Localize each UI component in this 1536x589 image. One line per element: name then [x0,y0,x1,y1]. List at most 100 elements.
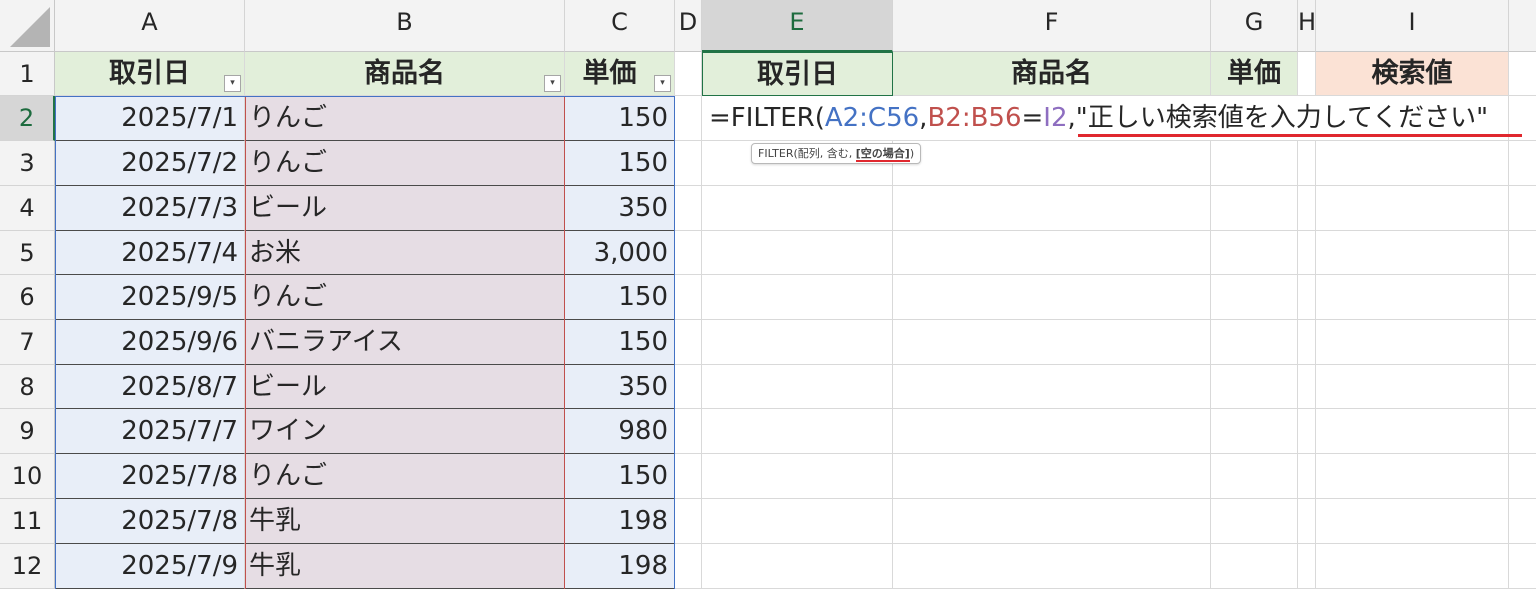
column-header-j[interactable] [1509,0,1536,52]
cell-d[interactable] [675,454,702,499]
row-header-7[interactable]: 7 [0,320,55,365]
cell-h[interactable] [1298,141,1316,186]
cell-d1[interactable] [675,52,702,96]
select-all-corner[interactable] [0,0,55,52]
row-header-8[interactable]: 8 [0,365,55,409]
cell-h[interactable] [1298,231,1316,275]
cell-h[interactable] [1298,544,1316,589]
cell-j[interactable] [1509,186,1536,231]
cell-e[interactable] [702,320,893,365]
cell-d[interactable] [675,409,702,454]
cell-h1[interactable] [1298,52,1316,96]
cell-g[interactable] [1211,499,1298,544]
cell-f[interactable] [893,499,1211,544]
header-cell-date[interactable]: 取引日 ▾ [55,52,245,96]
cell-f[interactable] [893,141,1211,186]
cell-j[interactable] [1509,499,1536,544]
cell-g[interactable] [1211,544,1298,589]
cell-e[interactable] [702,499,893,544]
cell-h[interactable] [1298,275,1316,320]
cell-j[interactable] [1509,454,1536,499]
row-header-2[interactable]: 2 [0,96,55,141]
result-header-date[interactable]: 取引日 [702,52,893,96]
cell-j[interactable] [1509,275,1536,320]
cell-g[interactable] [1211,454,1298,499]
column-header-h[interactable]: H [1298,0,1316,52]
cell-h[interactable] [1298,499,1316,544]
cell-f[interactable] [893,186,1211,231]
cell-e[interactable] [702,454,893,499]
cell-d[interactable] [675,275,702,320]
cell-f[interactable] [893,320,1211,365]
row-header-5[interactable]: 5 [0,231,55,275]
cell-e[interactable] [702,409,893,454]
column-header-a[interactable]: A [55,0,245,52]
cell-i[interactable] [1316,409,1509,454]
cell-j[interactable] [1509,365,1536,409]
cell-f[interactable] [893,409,1211,454]
column-header-b[interactable]: B [245,0,565,52]
header-cell-product[interactable]: 商品名 ▾ [245,52,565,96]
cell-d[interactable] [675,186,702,231]
cell-i[interactable] [1316,275,1509,320]
cell-g[interactable] [1211,275,1298,320]
column-header-c[interactable]: C [565,0,675,52]
cell-i[interactable] [1316,454,1509,499]
header-cell-price[interactable]: 単価 ▾ [565,52,675,96]
cell-f[interactable] [893,454,1211,499]
cell-g[interactable] [1211,409,1298,454]
result-header-price[interactable]: 単価 [1211,52,1298,96]
cell-f[interactable] [893,275,1211,320]
cell-g[interactable] [1211,186,1298,231]
cell-j[interactable] [1509,409,1536,454]
row-header-1[interactable]: 1 [0,52,55,96]
cell-e[interactable] [702,275,893,320]
row-header-12[interactable]: 12 [0,544,55,589]
column-header-g[interactable]: G [1211,0,1298,52]
cell-i[interactable] [1316,320,1509,365]
cell-d[interactable] [675,365,702,409]
cell-h[interactable] [1298,320,1316,365]
column-header-i[interactable]: I [1316,0,1509,52]
search-value-header[interactable]: 検索値 [1316,52,1509,96]
cell-d[interactable] [675,231,702,275]
cell-f[interactable] [893,365,1211,409]
row-header-6[interactable]: 6 [0,275,55,320]
cell-e[interactable] [702,365,893,409]
filter-dropdown-icon[interactable]: ▾ [224,75,241,92]
cell-h[interactable] [1298,409,1316,454]
cell-i[interactable] [1316,365,1509,409]
row-header-9[interactable]: 9 [0,409,55,454]
cell-g[interactable] [1211,141,1298,186]
filter-dropdown-icon[interactable]: ▾ [654,75,671,92]
cell-g[interactable] [1211,231,1298,275]
cell-h[interactable] [1298,365,1316,409]
row-header-3[interactable]: 3 [0,141,55,186]
cell-g[interactable] [1211,320,1298,365]
cell-e[interactable] [702,231,893,275]
column-header-d[interactable]: D [675,0,702,52]
cell-j[interactable] [1509,231,1536,275]
cell-i[interactable] [1316,544,1509,589]
cell-e[interactable] [702,186,893,231]
cell-d[interactable] [675,499,702,544]
cell-i[interactable] [1316,231,1509,275]
cell-e[interactable] [702,544,893,589]
row-header-11[interactable]: 11 [0,499,55,544]
column-header-f[interactable]: F [893,0,1211,52]
cell-g[interactable] [1211,365,1298,409]
cell-h[interactable] [1298,186,1316,231]
cell-j1[interactable] [1509,52,1536,96]
row-header-10[interactable]: 10 [0,454,55,499]
cell-j[interactable] [1509,141,1536,186]
cell-j[interactable] [1509,544,1536,589]
cell-d[interactable] [675,96,702,141]
column-header-e[interactable]: E [702,0,893,52]
row-header-4[interactable]: 4 [0,186,55,231]
cell-d[interactable] [675,320,702,365]
filter-dropdown-icon[interactable]: ▾ [544,75,561,92]
cell-f[interactable] [893,544,1211,589]
cell-d[interactable] [675,141,702,186]
cell-i[interactable] [1316,141,1509,186]
cell-h[interactable] [1298,454,1316,499]
